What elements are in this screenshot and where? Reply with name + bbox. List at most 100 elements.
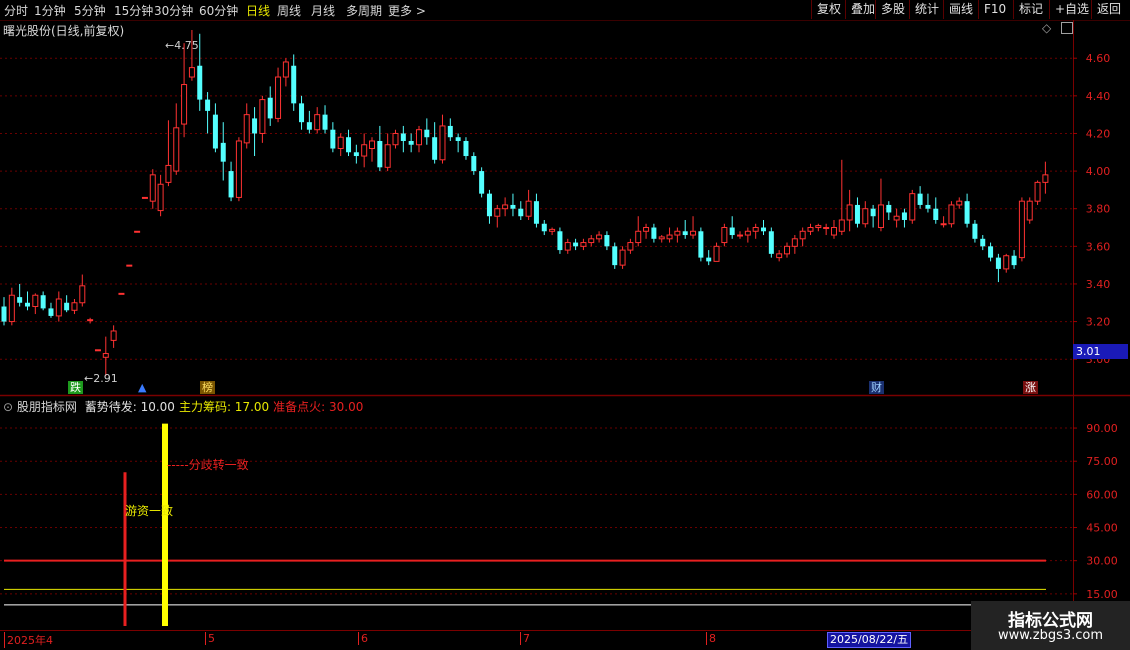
indicator-bar <box>123 472 127 626</box>
candle-body <box>784 245 790 255</box>
price-tick-label: 3.40 <box>1086 278 1111 291</box>
candle-body <box>964 201 970 224</box>
indicator-param: 蓄势待发: 10.00 <box>84 400 175 414</box>
indicator-name[interactable]: 股朋指标网 <box>17 400 77 414</box>
candle-body <box>956 200 963 206</box>
candle-body <box>635 230 642 244</box>
indicator-collapse-icon[interactable]: ⊙ <box>3 400 13 414</box>
event-tag[interactable]: 财 <box>869 381 884 394</box>
candle-body <box>988 246 994 258</box>
indicator-params: 蓄势待发: 10.00 主力筹码: 17.00 准备点火: 30.00 <box>81 400 364 414</box>
candle-body <box>17 297 23 303</box>
candle-body <box>901 212 907 220</box>
candle-body <box>40 295 46 309</box>
candle-body <box>181 84 188 125</box>
candle-body <box>698 231 704 258</box>
candle-body <box>110 330 117 341</box>
candle-body <box>830 227 837 236</box>
candle-body <box>306 122 312 130</box>
candle-body <box>205 99 211 111</box>
price-tick-label: 3.20 <box>1086 316 1111 329</box>
candle-body <box>557 231 563 251</box>
date-label: 6 <box>358 632 368 645</box>
candle-body <box>415 129 422 146</box>
candle-body <box>165 164 172 183</box>
candle-body <box>643 227 650 232</box>
candle-body <box>972 223 978 239</box>
candle-body <box>71 302 78 311</box>
panel-toggle-icon[interactable] <box>1061 22 1073 34</box>
low-price-value: 2.91 <box>93 372 118 385</box>
candle-body <box>846 204 853 221</box>
candle-body <box>651 227 657 239</box>
candle-body <box>102 353 109 358</box>
candle-body <box>823 227 830 230</box>
candle-body <box>471 156 477 172</box>
candle-body <box>807 227 814 232</box>
indicator-param: 主力筹码: 17.00 <box>178 400 270 414</box>
candle-body <box>674 230 681 236</box>
candle-body <box>596 234 603 240</box>
candle-body <box>494 208 501 217</box>
candle-body <box>580 242 587 247</box>
candle-body <box>682 231 688 236</box>
diverge-label: -----分歧转一致 <box>167 458 249 472</box>
high-price-label: ←4.75 <box>165 39 199 52</box>
candle-body <box>1026 200 1033 221</box>
event-tag[interactable]: 榜 <box>200 381 215 394</box>
event-tag[interactable]: 涨 <box>1023 381 1038 394</box>
candle-body <box>573 242 579 247</box>
candle-body <box>791 238 798 247</box>
candle-body <box>24 302 30 307</box>
candle-body <box>157 183 164 212</box>
chart-canvas[interactable]: 4.604.404.204.003.803.603.403.203.0090.0… <box>0 0 1130 650</box>
candle-body <box>369 140 376 150</box>
candle-body <box>541 223 547 232</box>
candle-body <box>314 114 321 131</box>
event-tag[interactable]: 跌 <box>68 381 83 394</box>
candle-body <box>400 133 406 141</box>
candle-body <box>118 292 125 295</box>
candle-body <box>149 174 156 202</box>
candle-body <box>377 140 383 168</box>
current-price-badge: 3.01 <box>1073 344 1128 359</box>
candle-body <box>525 200 532 217</box>
candle-body <box>1042 174 1049 183</box>
candle-body <box>1018 200 1025 259</box>
candle-body <box>995 257 1001 269</box>
settings-diamond-icon[interactable]: ◇ <box>1042 21 1051 35</box>
candle-body <box>173 127 180 172</box>
candle-body <box>291 65 297 104</box>
candle-body <box>752 227 759 232</box>
candle-body <box>424 129 430 138</box>
candle-body <box>510 204 516 209</box>
indicator-tick-label: 30.00 <box>1086 555 1118 568</box>
event-tag[interactable]: ▲ <box>136 381 149 394</box>
candle-body <box>235 140 242 198</box>
candle-body <box>737 234 744 237</box>
candle-body <box>408 140 414 145</box>
date-label: 2025年4 <box>4 632 53 648</box>
watermark-url: www.zbgs3.com <box>997 628 1104 643</box>
candle-body <box>48 308 54 316</box>
candle-body <box>447 125 453 138</box>
candle-body <box>917 193 923 205</box>
candle-body <box>455 137 461 141</box>
candle-body <box>604 235 610 247</box>
candle-body <box>658 236 665 240</box>
date-label: 8 <box>706 632 716 645</box>
candle-body <box>862 208 869 225</box>
candle-body <box>197 65 203 100</box>
candle-body <box>64 302 70 311</box>
indicator-header: ⊙ 股朋指标网 蓄势待发: 10.00 主力筹码: 17.00 准备点火: 30.0… <box>3 398 363 415</box>
date-label: 5 <box>205 632 215 645</box>
price-tick-label: 4.40 <box>1086 90 1111 103</box>
indicator-tick-label: 15.00 <box>1086 588 1118 601</box>
indicator-tick-label: 90.00 <box>1086 422 1118 435</box>
candle-body <box>948 204 955 225</box>
candle-body <box>854 204 860 224</box>
candle-body <box>619 249 626 266</box>
candle-body <box>337 136 344 150</box>
candle-body <box>893 215 900 221</box>
price-tick-label: 4.00 <box>1086 165 1111 178</box>
